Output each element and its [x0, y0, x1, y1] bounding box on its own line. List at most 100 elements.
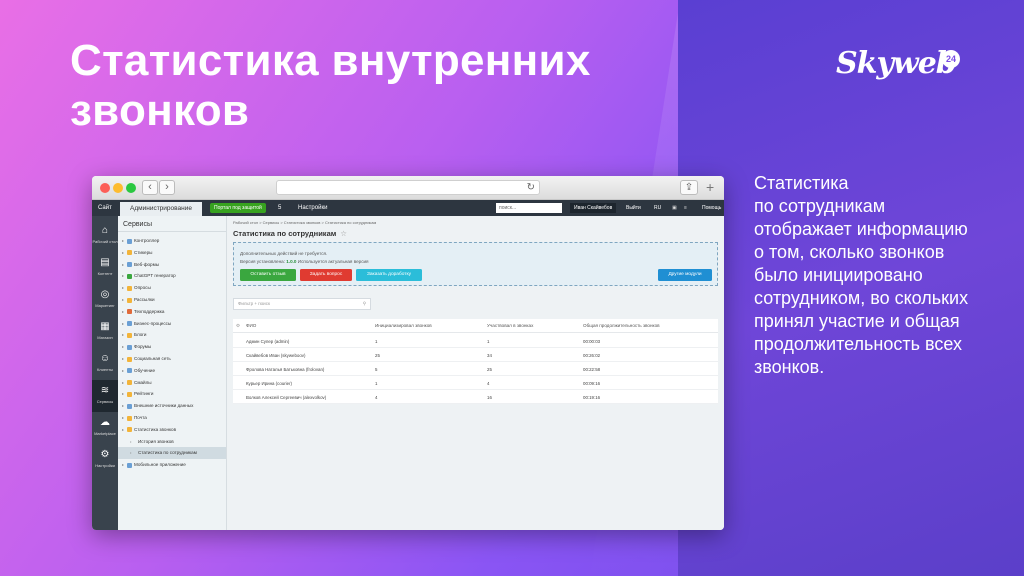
- table-row[interactable]: Курьер Ирина (courier) 1 4 00:09:16: [233, 376, 718, 390]
- expand-arrow-icon[interactable]: ▸: [122, 306, 124, 318]
- column-header-initiated[interactable]: Инициализировал звонков: [375, 323, 432, 328]
- expand-arrow-icon[interactable]: ▸: [122, 270, 124, 282]
- expand-arrow-icon[interactable]: ▸: [122, 459, 124, 471]
- iconbar-item[interactable]: ▦ Магазин: [92, 316, 118, 348]
- expand-arrow-icon[interactable]: ▸: [122, 424, 124, 436]
- expand-arrow-icon[interactable]: ▸: [122, 318, 124, 330]
- table-row[interactable]: Скайвебов Иван (skyweboov) 25 34 00:26:02: [233, 348, 718, 362]
- share-icon[interactable]: ⇪: [680, 180, 698, 195]
- expand-arrow-icon[interactable]: ▸: [122, 377, 124, 389]
- expand-arrow-icon[interactable]: ▸: [122, 294, 124, 306]
- minimize-window-button[interactable]: [113, 183, 123, 193]
- tree-item[interactable]: • История звонков: [118, 436, 226, 448]
- logout-link[interactable]: Выйти: [626, 205, 641, 211]
- table-row[interactable]: Админ Супер (admin) 1 1 00:00:03: [233, 334, 718, 348]
- iconbar-label: Магазин: [97, 335, 113, 340]
- filter-search-input[interactable]: Фильтр + поиск ⚲: [233, 298, 371, 310]
- expand-arrow-icon[interactable]: ▸: [122, 365, 124, 377]
- table-cell: 25: [375, 352, 380, 358]
- tree-item-label: Контроллер: [134, 238, 160, 243]
- site-tab[interactable]: Сайт: [98, 205, 112, 211]
- tree-item[interactable]: ▸ Контроллер: [118, 235, 226, 247]
- iconbar-item[interactable]: ▤ Контент: [92, 252, 118, 284]
- toolbar-list-icon[interactable]: ≡: [684, 205, 687, 211]
- column-header-participated[interactable]: Участвовал в звонках: [487, 323, 533, 328]
- maximize-window-button[interactable]: [126, 183, 136, 193]
- tree-item[interactable]: ▸ Бизнес-процессы: [118, 318, 226, 330]
- tree-item[interactable]: ▸ Мобильное приложение: [118, 459, 226, 471]
- column-header-name[interactable]: ФИО: [246, 323, 256, 328]
- tree-item-label: Рейтинги: [134, 391, 154, 397]
- expand-arrow-icon[interactable]: ▸: [122, 400, 124, 412]
- tree-item[interactable]: ▸ Опросы: [118, 282, 226, 294]
- expand-arrow-icon[interactable]: ▸: [122, 388, 124, 400]
- expand-arrow-icon[interactable]: ▸: [122, 235, 124, 247]
- search-icon[interactable]: ⚲: [363, 299, 366, 309]
- table-cell: 34: [487, 352, 492, 358]
- iconbar-item[interactable]: ☁ Marketplace: [92, 412, 118, 444]
- back-button[interactable]: ‹: [142, 180, 158, 195]
- tree-item[interactable]: ▸ Веб-формы: [118, 259, 226, 271]
- tree-item[interactable]: ▸ Внешние источники данных: [118, 400, 226, 412]
- column-header-duration[interactable]: Общая продолжительность звонков: [583, 323, 660, 328]
- forward-button[interactable]: ›: [159, 180, 175, 195]
- expand-arrow-icon[interactable]: ▸: [122, 259, 124, 271]
- tree-item-label: История звонков: [138, 438, 174, 444]
- tree-item[interactable]: ▸ Стикеры: [118, 247, 226, 259]
- iconbar-item[interactable]: ⌂ Рабочий стол: [92, 220, 118, 252]
- expand-arrow-icon[interactable]: ▸: [122, 282, 124, 294]
- iconbar-item[interactable]: ◎ Маркетинг: [92, 284, 118, 316]
- reload-icon[interactable]: ↻: [527, 182, 535, 193]
- tree-item[interactable]: • Статистика по сотрудникам: [118, 447, 226, 460]
- help-link[interactable]: Помощь: [702, 205, 721, 211]
- toolbar-grid-icon[interactable]: ▣: [672, 205, 677, 211]
- table-row[interactable]: Фролова Наталья Батьковна (frolovan) 5 25 0…: [233, 362, 718, 376]
- iconbar-item[interactable]: ≋ Сервисы: [92, 380, 118, 412]
- new-tab-button[interactable]: +: [706, 180, 714, 195]
- page-title-text: Статистика по сотрудникам: [233, 229, 337, 238]
- iconbar-item[interactable]: ☺ Клиенты: [92, 348, 118, 380]
- expand-arrow-icon[interactable]: ▸: [122, 247, 124, 259]
- tree-item[interactable]: ▸ Блоги: [118, 329, 226, 341]
- ask-question-button[interactable]: Задать вопрос: [300, 269, 352, 281]
- admin-search-input[interactable]: поиск...: [496, 203, 562, 213]
- user-menu[interactable]: Иван Скайвебов: [570, 203, 617, 213]
- expand-arrow-icon[interactable]: ▸: [122, 341, 124, 353]
- tree-item[interactable]: ▸ Социальная сеть: [118, 353, 226, 365]
- table-settings-icon[interactable]: ⚙: [236, 323, 240, 329]
- breadcrumb[interactable]: Рабочий стол > Сервисы > Статистика звон…: [233, 220, 376, 225]
- module-icon: [127, 403, 132, 409]
- settings-link[interactable]: Настройки: [298, 205, 327, 211]
- table-cell: 4: [375, 394, 378, 400]
- security-button[interactable]: Портал под защитой: [210, 203, 266, 213]
- admin-tab[interactable]: Администрирование: [120, 202, 202, 216]
- other-modules-button[interactable]: Другие модули: [658, 269, 712, 281]
- tree-item[interactable]: ▸ Обучение: [118, 365, 226, 377]
- language-select[interactable]: RU: [654, 205, 661, 211]
- tree-item[interactable]: ▸ Рейтинги: [118, 388, 226, 400]
- close-window-button[interactable]: [100, 183, 110, 193]
- module-icon: [127, 297, 132, 303]
- feedback-button[interactable]: Оставить отзыв: [240, 269, 296, 281]
- tree-item[interactable]: ▸ Статистика звонков: [118, 424, 226, 436]
- expand-arrow-icon[interactable]: ▸: [122, 412, 124, 424]
- expand-arrow-icon[interactable]: ▸: [122, 353, 124, 365]
- favorite-star-icon[interactable]: ☆: [340, 229, 347, 238]
- browser-toolbar: ‹ › ↻ ⇪ +: [92, 176, 724, 200]
- address-bar[interactable]: ↻: [276, 180, 540, 195]
- notifications-count[interactable]: 5: [278, 205, 281, 211]
- iconbar-label: Контент: [97, 271, 113, 276]
- tree-item[interactable]: ▸ Почта: [118, 412, 226, 424]
- tree-item[interactable]: ▸ Смайлы: [118, 377, 226, 389]
- table-row[interactable]: Волков Алексей Сергеевич (alexvolkov) 4 16…: [233, 390, 718, 404]
- iconbar-item[interactable]: ⚙ Настройки: [92, 444, 118, 476]
- tree-item[interactable]: ▸ Рассылки: [118, 294, 226, 306]
- browser-window: ‹ › ↻ ⇪ + Сайт Администрирование Портал …: [92, 176, 724, 530]
- main-content: Рабочий стол > Сервисы > Статистика звон…: [227, 216, 724, 530]
- tree-item[interactable]: ▸ ChatGPT генератор: [118, 270, 226, 282]
- tree-item[interactable]: ▸ Форумы: [118, 341, 226, 353]
- table-cell: 5: [375, 366, 378, 372]
- expand-arrow-icon[interactable]: ▸: [122, 329, 124, 341]
- order-improvement-button[interactable]: Заказать доработку: [356, 269, 422, 281]
- tree-item[interactable]: ▸ Техподдержка: [118, 306, 226, 318]
